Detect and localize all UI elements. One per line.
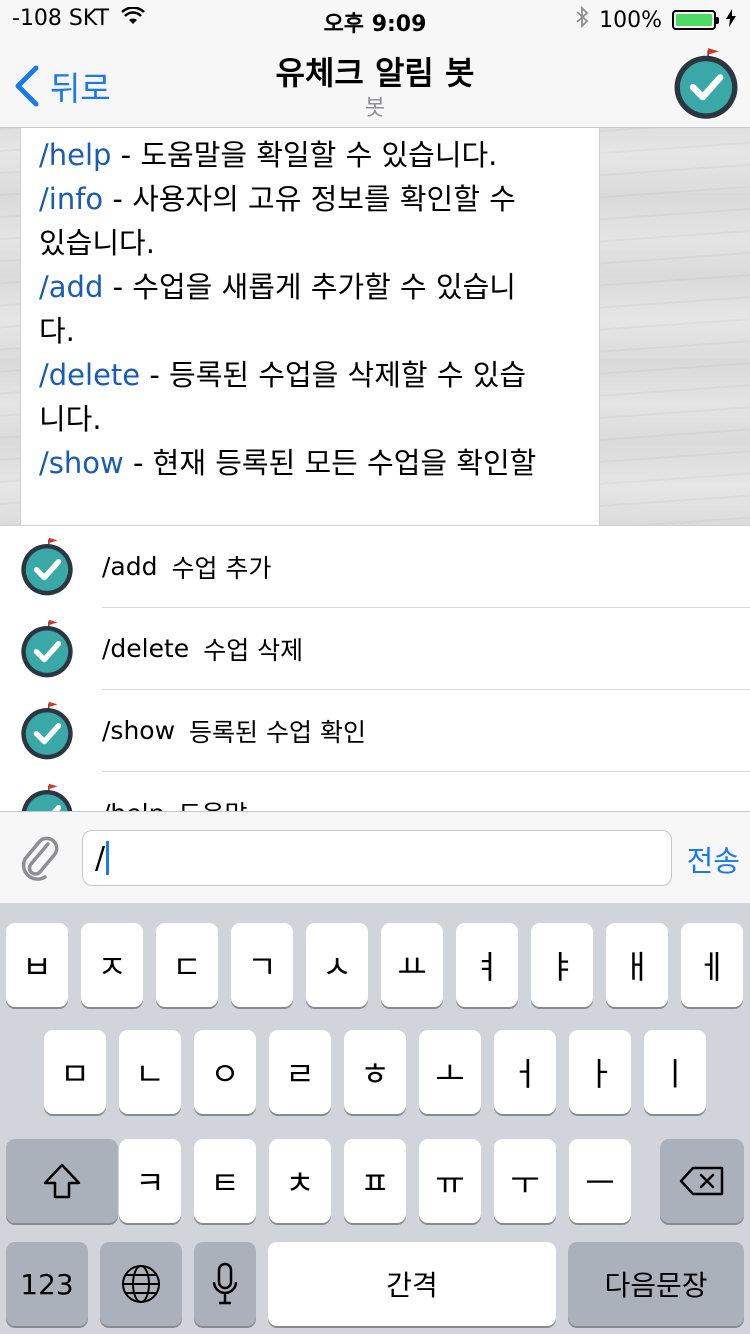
command-link[interactable]: /help <box>39 138 111 172</box>
battery-percent: 100% <box>599 7 662 33</box>
message-line: /help - 도움말을 확일할 수 있습니다. <box>39 133 581 177</box>
command-suggestions: /add 수업 추가/delete 수업 삭제/show 등록된 수업 확인/help… <box>0 525 750 811</box>
message-line: /info - 사용자의 고유 정보를 확인할 수 <box>39 177 581 221</box>
backspace-icon <box>679 1166 724 1196</box>
shift-icon <box>43 1163 81 1199</box>
suggestion-content: /add 수업 추가 <box>102 526 750 608</box>
chat-area[interactable]: 는 아래와 같습니다. /help - 도움말을 확일할 수 있습니다./inf… <box>0 128 750 525</box>
suggestion-command: /show <box>102 716 176 745</box>
bot-avatar-icon[interactable] <box>668 46 744 122</box>
key[interactable]: ㅁ <box>44 1030 106 1114</box>
key[interactable]: ㄹ <box>269 1030 331 1114</box>
backspace-key[interactable] <box>660 1139 744 1223</box>
globe-key[interactable] <box>100 1242 182 1326</box>
suggestion-item[interactable]: /show 등록된 수업 확인 <box>0 690 750 772</box>
bot-avatar-icon <box>16 700 78 762</box>
key[interactable]: ㅑ <box>531 923 593 1007</box>
suggestion-item[interactable]: /delete 수업 삭제 <box>0 608 750 690</box>
bluetooth-icon <box>575 5 589 34</box>
message-text: 있습니다. <box>39 226 155 260</box>
suggestion-description: 수업 삭제 <box>203 635 304 665</box>
message-line: 다. <box>39 309 581 353</box>
message-text: 다. <box>39 314 75 348</box>
dictation-key[interactable] <box>194 1242 256 1326</box>
key[interactable]: ㅊ <box>269 1139 331 1223</box>
shift-key[interactable] <box>6 1139 118 1223</box>
message-text: - 등록된 수업을 삭제할 수 있습 <box>140 358 527 392</box>
keyboard: 123 간격 다음문장 ㅂㅈㄷㄱㅅㅛㅕㅑㅐㅔㅁㄴㅇㄹㅎㅗㅓㅏㅣㅋㅌㅊㅍㅠㅜㅡ <box>0 903 750 1334</box>
key[interactable]: ㅇ <box>194 1030 256 1114</box>
suggestion-command: /help <box>102 799 164 812</box>
bot-avatar-icon <box>16 782 78 811</box>
suggestion-command: /delete <box>102 634 190 663</box>
key[interactable]: ㅓ <box>494 1030 556 1114</box>
charging-icon <box>726 8 736 33</box>
message-input-value: / <box>95 840 106 876</box>
message-line: /show - 현재 등록된 모든 수업을 확인할 <box>39 441 581 485</box>
globe-icon <box>122 1265 160 1303</box>
key[interactable]: ㄱ <box>231 923 293 1007</box>
status-bar: -108 SKT 오후 9:09 100% <box>0 0 750 40</box>
message-input[interactable]: / <box>82 830 672 886</box>
key[interactable]: ㅡ <box>569 1139 631 1223</box>
key[interactable]: ㅔ <box>681 923 743 1007</box>
key[interactable]: ㅕ <box>456 923 518 1007</box>
key[interactable]: ㅠ <box>419 1139 481 1223</box>
return-key[interactable]: 다음문장 <box>568 1242 744 1326</box>
chat-title: 유체크 알림 봇 <box>275 54 475 92</box>
message-line: 있습니다. <box>39 221 581 265</box>
key[interactable]: ㅗ <box>419 1030 481 1114</box>
suggestion-item[interactable]: /help 도움말 <box>0 772 750 811</box>
battery-icon <box>672 10 719 30</box>
message-line: /add - 수업을 새롭게 추가할 수 있습니 <box>39 265 581 309</box>
suggestion-content: /help 도움말 <box>102 772 750 812</box>
suggestion-description: 도움말 <box>178 795 247 811</box>
command-link[interactable]: /delete <box>39 358 140 392</box>
message-text: - 현재 등록된 모든 수업을 확인할 <box>123 446 537 480</box>
key[interactable]: ㄷ <box>156 923 218 1007</box>
numbers-key[interactable]: 123 <box>6 1242 88 1326</box>
message-text: - 수업을 새롭게 추가할 수 있습니 <box>103 270 516 304</box>
bot-avatar-icon <box>16 536 78 598</box>
text-caret <box>106 841 110 875</box>
key[interactable]: ㅈ <box>81 923 143 1007</box>
key[interactable]: ㅛ <box>381 923 443 1007</box>
message-line: 니다. <box>39 397 581 441</box>
message-text: - 사용자의 고유 정보를 확인할 수 <box>103 182 516 216</box>
key[interactable]: ㅐ <box>606 923 668 1007</box>
key[interactable]: ㅏ <box>569 1030 631 1114</box>
key[interactable]: ㅋ <box>119 1139 181 1223</box>
nav-bar: 뒤로 유체크 알림 봇 봇 <box>0 40 750 128</box>
command-link[interactable]: /add <box>39 270 103 304</box>
paperclip-icon[interactable] <box>18 832 62 882</box>
key[interactable]: ㅎ <box>344 1030 406 1114</box>
key[interactable]: ㅂ <box>6 923 68 1007</box>
suggestion-content: /delete 수업 삭제 <box>102 608 750 690</box>
send-button[interactable]: 전송 <box>687 838 740 880</box>
suggestion-content: /show 등록된 수업 확인 <box>102 690 750 772</box>
key[interactable]: ㄴ <box>119 1030 181 1114</box>
key[interactable]: ㅣ <box>644 1030 706 1114</box>
microphone-icon <box>212 1262 238 1305</box>
bot-avatar-icon <box>16 618 78 680</box>
key[interactable]: ㅍ <box>344 1139 406 1223</box>
suggestion-description: 등록된 수업 확인 <box>189 717 366 747</box>
suggestion-item[interactable]: /add 수업 추가 <box>0 526 750 608</box>
input-bar: / 전송 <box>0 811 750 903</box>
suggestion-description: 수업 추가 <box>171 553 272 583</box>
message-line: /delete - 등록된 수업을 삭제할 수 있습 <box>39 353 581 397</box>
message-bubble: 는 아래와 같습니다. /help - 도움말을 확일할 수 있습니다./inf… <box>20 128 600 525</box>
chat-subtitle: 봇 <box>364 96 386 121</box>
suggestion-command: /add <box>102 552 158 581</box>
key[interactable]: ㅜ <box>494 1139 556 1223</box>
space-key[interactable]: 간격 <box>268 1242 556 1326</box>
command-link[interactable]: /show <box>39 446 124 480</box>
key[interactable]: ㅅ <box>306 923 368 1007</box>
message-text: 니다. <box>39 402 102 436</box>
message-text: - 도움말을 확일할 수 있습니다. <box>111 138 498 172</box>
key[interactable]: ㅌ <box>194 1139 256 1223</box>
command-link[interactable]: /info <box>39 182 103 216</box>
